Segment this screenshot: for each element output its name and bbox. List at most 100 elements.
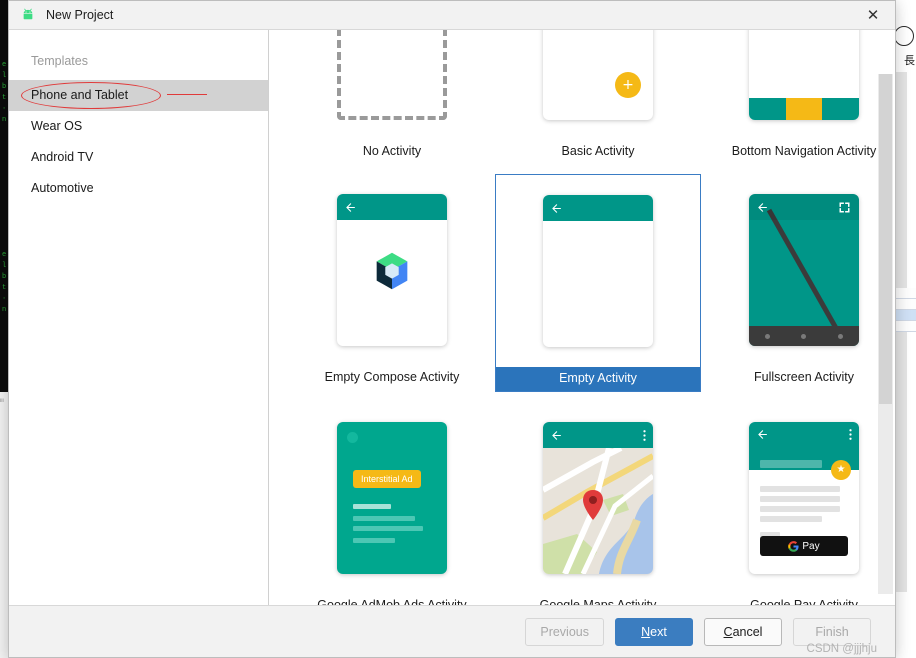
fab-icon: + — [615, 72, 641, 98]
sidebar-item-label: Wear OS — [31, 119, 83, 133]
jetpack-compose-logo-icon — [376, 252, 408, 290]
app-bar — [543, 422, 653, 448]
placeholder-line — [353, 516, 415, 521]
dialog-footer: Previous Next Cancel Finish CSDN @jjjhju — [9, 605, 895, 657]
template-card-no-activity[interactable]: No Activity — [289, 30, 495, 164]
dashed-outline-icon — [337, 30, 447, 120]
sidebar-header-templates: Templates — [31, 54, 88, 68]
placeholder-line — [353, 526, 423, 531]
cancel-button[interactable]: Cancel — [704, 617, 782, 646]
placeholder-line — [760, 496, 840, 502]
template-thumbnail: ★ Pay — [701, 402, 895, 594]
template-thumbnail — [495, 402, 701, 594]
google-pay-label: Pay — [802, 540, 820, 552]
next-accel: N — [641, 624, 651, 639]
phone-mock — [543, 422, 653, 574]
sidebar-item-android-tv[interactable]: Android TV — [9, 142, 268, 173]
nav-dot — [764, 333, 770, 339]
template-label: Empty Compose Activity — [324, 370, 460, 384]
nav-dot — [838, 333, 844, 339]
template-card-google-pay-activity[interactable]: ★ Pay Google Pay Activity — [701, 402, 895, 605]
finish-button[interactable]: Finish — [793, 617, 871, 646]
sidebar-item-label: Automotive — [31, 181, 94, 195]
background-strip-label: iii — [0, 398, 4, 404]
template-label: Empty Activity — [496, 367, 700, 391]
nav-dot — [801, 333, 807, 339]
app-bar — [749, 194, 859, 220]
status-dot-icon — [347, 432, 358, 443]
dialog-titlebar: New Project ✕ — [9, 1, 895, 30]
dialog-title: New Project — [46, 8, 114, 22]
template-thumbnail — [701, 30, 895, 140]
next-label: ext — [650, 624, 667, 639]
phone-mock — [337, 194, 447, 346]
scrollbar-thumb[interactable] — [879, 74, 892, 404]
sidebar-item-phone-and-tablet[interactable]: Phone and Tablet — [9, 80, 268, 111]
dialog-body: Templates Phone and Tablet Wear OS Andro… — [9, 30, 895, 605]
sidebar-item-label: Android TV — [31, 150, 94, 164]
new-project-dialog: New Project ✕ Templates Phone and Tablet… — [8, 0, 896, 658]
title-placeholder-chip — [760, 460, 822, 468]
placeholder-line — [760, 486, 840, 492]
phone-mock — [543, 195, 653, 347]
next-button[interactable]: Next — [615, 617, 693, 646]
sidebar-item-wear-os[interactable]: Wear OS — [9, 111, 268, 142]
google-g-icon — [788, 540, 799, 552]
system-nav-bar — [749, 326, 859, 346]
phone-mock: ★ Pay — [749, 422, 859, 574]
arrow-back-icon — [758, 202, 767, 212]
template-card-fullscreen-activity[interactable]: Fullscreen Activity — [701, 174, 895, 392]
phone-mock — [749, 30, 859, 120]
sidebar-item-label: Phone and Tablet — [31, 88, 129, 102]
overflow-menu-icon — [849, 429, 852, 440]
android-robot-icon — [23, 8, 33, 20]
star-badge-icon: ★ — [831, 460, 851, 480]
app-bar — [337, 194, 447, 220]
template-label: Fullscreen Activity — [753, 370, 855, 384]
template-label: No Activity — [362, 144, 422, 158]
placeholder-line — [353, 504, 391, 509]
sidebar-item-automotive[interactable]: Automotive — [9, 173, 268, 204]
phone-mock: Interstitial Ad — [337, 422, 447, 574]
phone-mock — [749, 194, 859, 346]
templates-grid: No Activity + Basic Activity Bottom Navi… — [269, 30, 895, 605]
background-cjk-glyph: 長 — [904, 54, 915, 67]
templates-scrollbar[interactable] — [878, 74, 893, 594]
placeholder-line — [353, 538, 395, 543]
phone-mock: + — [543, 30, 653, 120]
template-card-empty-activity[interactable]: Empty Activity — [269, 30, 895, 605]
template-thumbnail — [289, 174, 495, 366]
cancel-accel: C — [723, 624, 733, 639]
template-card-basic-activity[interactable]: + Basic Activity — [495, 30, 701, 164]
template-thumbnail — [701, 174, 895, 366]
arrow-back-icon — [552, 430, 561, 440]
template-thumbnail: Interstitial Ad — [289, 402, 495, 594]
template-card-google-admob-ads-activity[interactable]: Interstitial Ad Google AdMob Ads Activit… — [289, 402, 495, 605]
map-thumbnail-icon — [543, 448, 653, 574]
placeholder-line — [760, 516, 822, 522]
template-label: Google AdMob Ads Activity — [317, 598, 467, 605]
arrow-back-icon — [552, 203, 561, 213]
template-card-bottom-navigation-activity[interactable]: Bottom Navigation Activity — [701, 30, 895, 164]
template-thumbnail — [496, 175, 700, 367]
google-pay-button[interactable]: Pay — [760, 536, 848, 556]
cancel-label: ancel — [732, 624, 763, 639]
templates-sidebar: Templates Phone and Tablet Wear OS Andro… — [9, 30, 269, 605]
overflow-menu-icon — [643, 429, 646, 441]
template-thumbnail: + — [495, 30, 701, 140]
template-card-google-maps-activity[interactable]: Google Maps Activity — [495, 402, 701, 605]
background-circle-icon — [894, 26, 914, 46]
template-thumbnail — [289, 30, 495, 140]
template-label: Google Pay Activity — [750, 598, 858, 605]
interstitial-ad-chip: Interstitial Ad — [353, 470, 421, 488]
placeholder-line — [760, 506, 840, 512]
bottom-nav-bar-icon — [749, 98, 859, 120]
arrow-back-icon — [346, 202, 355, 212]
app-bar — [543, 195, 653, 221]
annotation-underline — [167, 94, 207, 95]
templates-grid-area: No Activity + Basic Activity Bottom Navi… — [269, 30, 895, 605]
previous-button[interactable]: Previous — [525, 617, 604, 646]
close-icon[interactable]: ✕ — [851, 1, 895, 29]
template-card-empty-compose-activity[interactable]: Empty Compose Activity — [289, 174, 495, 392]
template-label: Bottom Navigation Activity — [731, 144, 877, 158]
